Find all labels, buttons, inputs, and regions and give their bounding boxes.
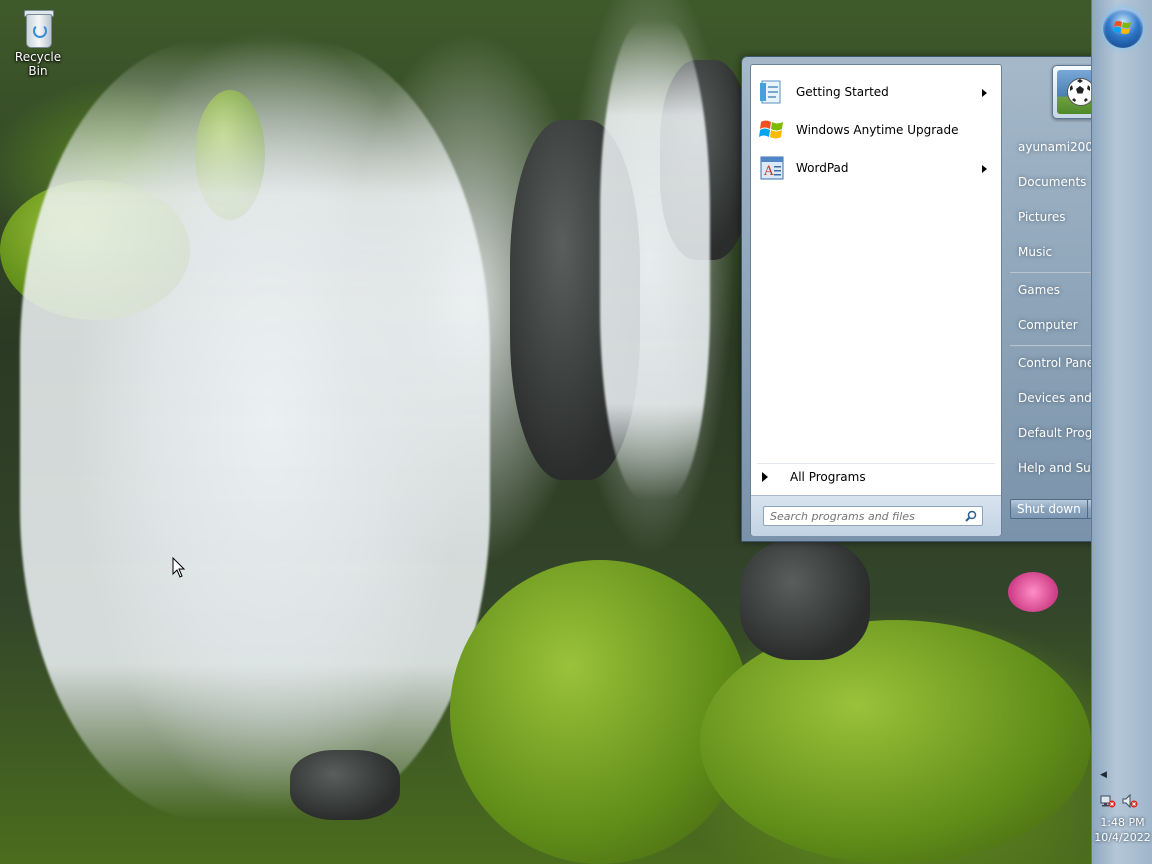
games-link[interactable]: Games — [1018, 283, 1060, 297]
program-label: Getting Started — [796, 85, 889, 99]
recycle-bin-desktop-icon[interactable]: Recycle Bin — [4, 6, 72, 78]
clock-date: 10/4/2022 — [1094, 831, 1151, 844]
clock-time: 1:48 PM — [1100, 816, 1145, 829]
pink-flower — [1008, 572, 1058, 612]
show-hidden-icons-arrow-icon[interactable]: ◀ — [1100, 770, 1107, 780]
taskbar: ◀ 1:48 PM 10/4/2022 — [1091, 0, 1152, 864]
search-box[interactable] — [763, 506, 983, 526]
music-link[interactable]: Music — [1018, 245, 1052, 259]
waterfall — [20, 40, 490, 820]
moss-mound — [700, 620, 1091, 864]
pictures-link[interactable]: Pictures — [1018, 210, 1066, 224]
program-label: WordPad — [796, 161, 849, 175]
recycle-bin-icon — [22, 6, 54, 48]
submenu-arrow-icon — [982, 89, 987, 97]
wordpad-icon: A — [758, 154, 786, 182]
start-menu-programs-pane: Getting Started Windows Anytime Upgrade … — [750, 64, 1002, 536]
search-icon[interactable] — [965, 510, 977, 522]
dark-rock — [290, 750, 400, 820]
svg-text:A: A — [763, 164, 774, 179]
user-name-link[interactable]: ayunami2000 — [1018, 140, 1101, 154]
waterfall — [600, 20, 710, 500]
network-icon[interactable] — [1100, 793, 1116, 809]
windows-flag-icon — [1114, 21, 1131, 34]
all-programs-button[interactable]: All Programs — [755, 463, 997, 491]
program-windows-anytime-upgrade[interactable]: Windows Anytime Upgrade — [755, 113, 997, 147]
recycle-bin-label: Recycle Bin — [14, 50, 62, 78]
search-area — [751, 495, 1001, 536]
search-input[interactable] — [764, 507, 960, 525]
computer-link[interactable]: Computer — [1018, 318, 1078, 332]
documents-link[interactable]: Documents — [1018, 175, 1086, 189]
start-button[interactable] — [1103, 8, 1143, 48]
windows-flag-icon — [758, 116, 786, 144]
volume-muted-icon[interactable] — [1122, 793, 1138, 809]
control-panel-link[interactable]: Control Panel — [1018, 356, 1098, 370]
program-wordpad[interactable]: A WordPad — [755, 151, 997, 185]
dark-rock — [740, 540, 870, 660]
getting-started-icon — [758, 78, 786, 106]
all-programs-label: All Programs — [790, 470, 866, 484]
shutdown-button[interactable]: Shut down — [1010, 499, 1088, 519]
expand-arrow-icon — [762, 472, 768, 482]
clock[interactable]: 1:48 PM 10/4/2022 — [1092, 815, 1152, 845]
program-label: Windows Anytime Upgrade — [796, 123, 959, 137]
program-getting-started[interactable]: Getting Started — [755, 75, 997, 109]
submenu-arrow-icon — [982, 165, 987, 173]
